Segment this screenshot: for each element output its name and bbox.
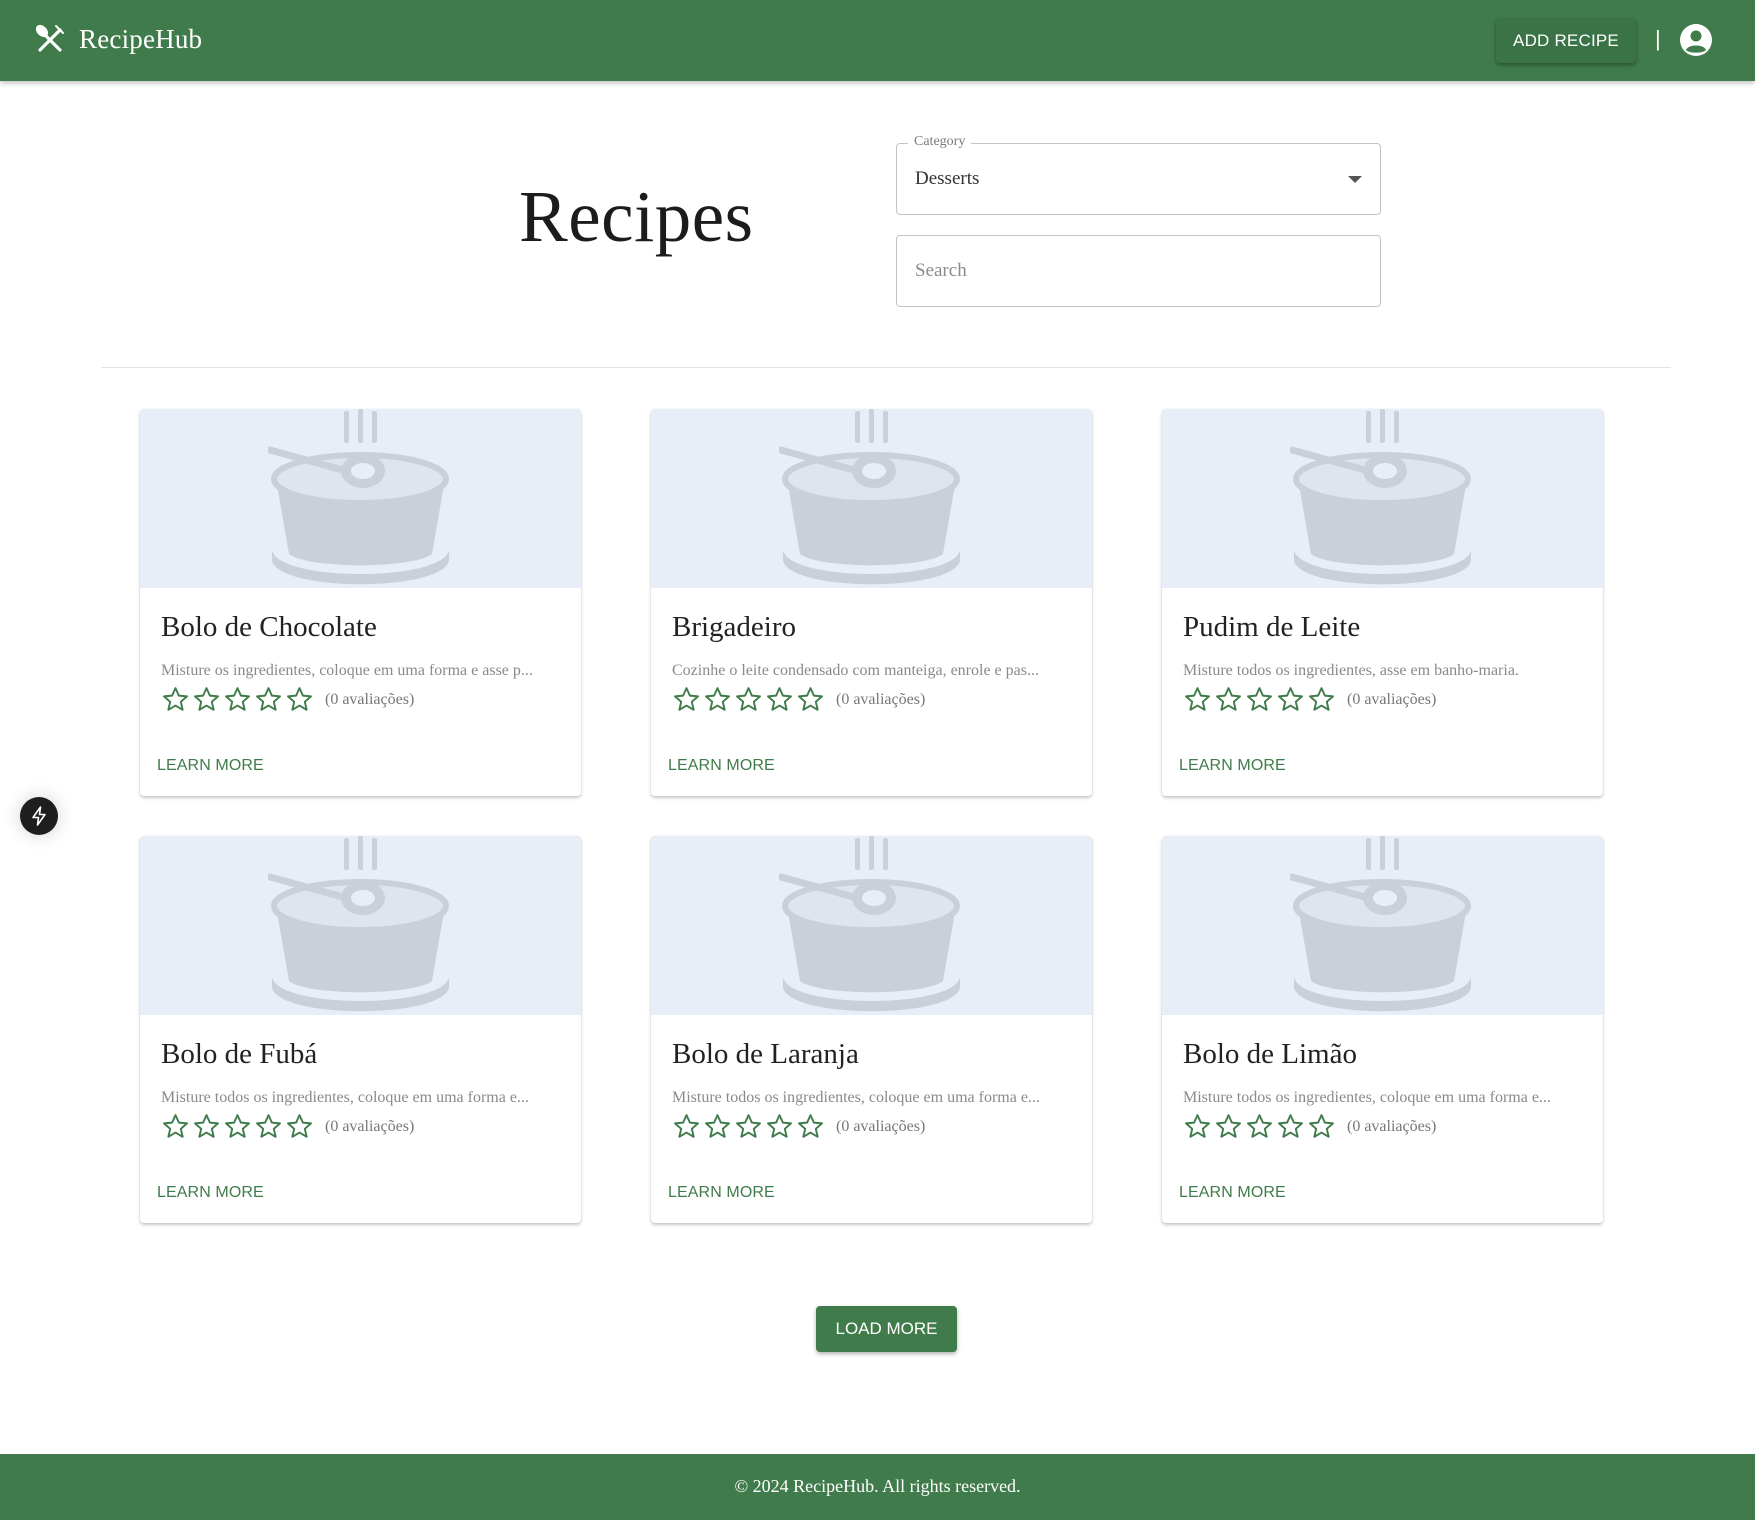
recipe-image-placeholder xyxy=(651,836,1092,1015)
recipe-image-placeholder xyxy=(140,836,581,1015)
star-outline-icon[interactable] xyxy=(672,685,701,714)
star-outline-icon[interactable] xyxy=(1183,1112,1212,1141)
category-label: Category xyxy=(908,134,972,150)
recipe-description: Misture todos os ingredientes, coloque e… xyxy=(1183,1089,1551,1106)
recipe-card: Bolo de Chocolate Misture os ingrediente… xyxy=(140,409,581,796)
learn-more-button[interactable]: LEARN MORE xyxy=(148,1176,273,1210)
star-outline-icon[interactable] xyxy=(734,1112,763,1141)
star-outline-icon[interactable] xyxy=(223,685,252,714)
star-outline-icon[interactable] xyxy=(1214,1112,1243,1141)
review-count: (0 avaliações) xyxy=(325,1117,415,1135)
star-outline-icon[interactable] xyxy=(285,685,314,714)
star-outline-icon[interactable] xyxy=(254,685,283,714)
recipe-card: Bolo de Limão Misture todos os ingredien… xyxy=(1162,836,1603,1223)
recipe-title: Bolo de Limão xyxy=(1183,1038,1357,1070)
star-outline-icon[interactable] xyxy=(1245,685,1274,714)
star-outline-icon[interactable] xyxy=(161,685,190,714)
recipe-description: Misture os ingredientes, coloque em uma … xyxy=(161,662,533,679)
star-outline-icon[interactable] xyxy=(254,1112,283,1141)
recipe-card: Brigadeiro Cozinhe o leite condensado co… xyxy=(651,409,1092,796)
star-rating[interactable]: (0 avaliações) xyxy=(672,1112,925,1141)
recipe-card: Bolo de Laranja Misture todos os ingredi… xyxy=(651,836,1092,1223)
cake-placeholder-icon xyxy=(1290,409,1471,585)
recipe-card: Pudim de Leite Misture todos os ingredie… xyxy=(1162,409,1603,796)
star-outline-icon[interactable] xyxy=(192,1112,221,1141)
search-field xyxy=(896,235,1381,307)
star-outline-icon[interactable] xyxy=(1245,1112,1274,1141)
star-outline-icon[interactable] xyxy=(1183,685,1212,714)
recipe-description: Misture todos os ingredientes, coloque e… xyxy=(161,1089,529,1106)
review-count: (0 avaliações) xyxy=(1347,1117,1437,1135)
category-select[interactable]: Category Desserts xyxy=(896,134,1381,215)
star-outline-icon[interactable] xyxy=(796,1112,825,1141)
account-circle-icon[interactable] xyxy=(1679,23,1713,57)
bolt-icon xyxy=(32,806,46,826)
recipe-title: Brigadeiro xyxy=(672,611,797,643)
star-outline-icon[interactable] xyxy=(765,1112,794,1141)
cake-placeholder-icon xyxy=(268,409,449,585)
star-outline-icon[interactable] xyxy=(703,685,732,714)
star-rating[interactable]: (0 avaliações) xyxy=(161,1112,414,1141)
star-rating[interactable]: (0 avaliações) xyxy=(672,685,925,714)
cake-placeholder-icon xyxy=(1290,836,1471,1012)
chevron-down-icon xyxy=(1348,176,1362,183)
star-outline-icon[interactable] xyxy=(672,1112,701,1141)
star-rating[interactable]: (0 avaliações) xyxy=(161,685,414,714)
review-count: (0 avaliações) xyxy=(1347,690,1437,708)
recipe-title: Bolo de Fubá xyxy=(161,1038,318,1070)
divider xyxy=(101,367,1671,368)
brand-name: RecipeHub xyxy=(79,23,203,54)
star-outline-icon[interactable] xyxy=(734,685,763,714)
recipe-title: Bolo de Chocolate xyxy=(161,611,377,643)
star-outline-icon[interactable] xyxy=(1307,685,1336,714)
category-value: Desserts xyxy=(915,168,980,189)
star-outline-icon[interactable] xyxy=(192,685,221,714)
star-rating[interactable]: (0 avaliações) xyxy=(1183,1112,1436,1141)
recipe-image-placeholder xyxy=(1162,836,1603,1015)
learn-more-button[interactable]: LEARN MORE xyxy=(1170,749,1295,783)
recipe-description: Misture todos os ingredientes, asse em b… xyxy=(1183,662,1519,679)
learn-more-button[interactable]: LEARN MORE xyxy=(659,749,784,783)
star-outline-icon[interactable] xyxy=(1276,1112,1305,1141)
review-count: (0 avaliações) xyxy=(836,690,926,708)
cake-placeholder-icon xyxy=(779,409,960,585)
review-count: (0 avaliações) xyxy=(836,1117,926,1135)
recipe-image-placeholder xyxy=(140,409,581,588)
header-separator: | xyxy=(1655,26,1661,51)
page-title: Recipes xyxy=(519,176,754,257)
star-outline-icon[interactable] xyxy=(765,685,794,714)
footer: © 2024 RecipeHub. All rights reserved. xyxy=(0,1454,1755,1520)
fork-knife-icon xyxy=(35,24,64,52)
recipe-title: Pudim de Leite xyxy=(1183,611,1361,643)
star-outline-icon[interactable] xyxy=(161,1112,190,1141)
search-input[interactable] xyxy=(897,236,1380,306)
load-more-button[interactable]: LOAD MORE xyxy=(816,1306,957,1352)
star-outline-icon[interactable] xyxy=(285,1112,314,1141)
star-rating[interactable]: (0 avaliações) xyxy=(1183,685,1436,714)
recipe-description: Cozinhe o leite condensado com manteiga,… xyxy=(672,662,1039,679)
learn-more-button[interactable]: LEARN MORE xyxy=(659,1176,784,1210)
learn-more-button[interactable]: LEARN MORE xyxy=(1170,1176,1295,1210)
review-count: (0 avaliações) xyxy=(325,690,415,708)
star-outline-icon[interactable] xyxy=(1307,1112,1336,1141)
star-outline-icon[interactable] xyxy=(703,1112,732,1141)
app-bar: RecipeHub ADD RECIPE | xyxy=(0,0,1755,81)
star-outline-icon[interactable] xyxy=(1276,685,1305,714)
brand[interactable]: RecipeHub xyxy=(33,22,202,56)
recipe-image-placeholder xyxy=(1162,409,1603,588)
recipe-description: Misture todos os ingredientes, coloque e… xyxy=(672,1089,1040,1106)
recipe-title: Bolo de Laranja xyxy=(672,1038,859,1070)
cake-placeholder-icon xyxy=(268,836,449,1012)
star-outline-icon[interactable] xyxy=(223,1112,252,1141)
recipe-image-placeholder xyxy=(651,409,1092,588)
recipe-card: Bolo de Fubá Misture todos os ingredient… xyxy=(140,836,581,1223)
floating-bolt-button[interactable] xyxy=(20,797,58,835)
add-recipe-button[interactable]: ADD RECIPE xyxy=(1496,18,1636,63)
learn-more-button[interactable]: LEARN MORE xyxy=(148,749,273,783)
star-outline-icon[interactable] xyxy=(1214,685,1243,714)
star-outline-icon[interactable] xyxy=(796,685,825,714)
cake-placeholder-icon xyxy=(779,836,960,1012)
copyright-text: © 2024 RecipeHub. All rights reserved. xyxy=(734,1476,1021,1496)
